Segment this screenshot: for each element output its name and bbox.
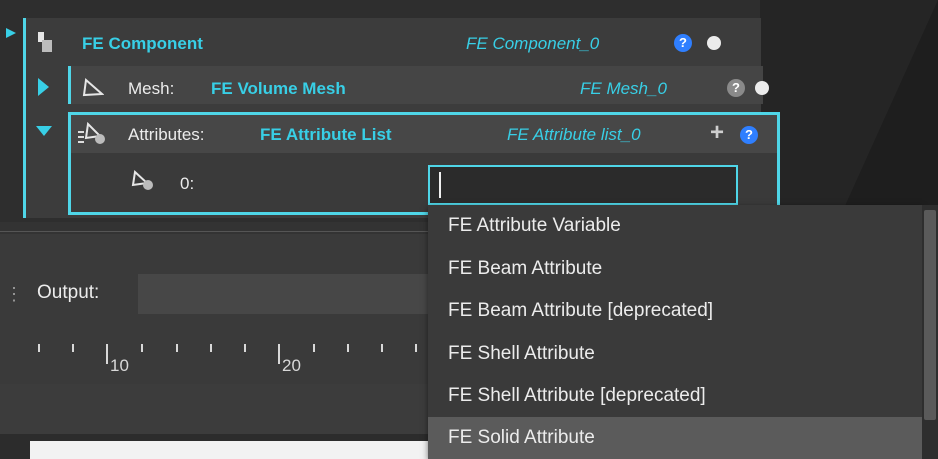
help-icon[interactable]: ?: [674, 34, 692, 52]
mesh-instance: FE Mesh_0: [580, 79, 667, 98]
attribute-type-combobox[interactable]: [428, 165, 738, 205]
output-field[interactable]: [138, 274, 438, 314]
help-icon[interactable]: ?: [740, 126, 758, 144]
ruler-tick: [313, 344, 315, 352]
output-label: Output:: [37, 282, 100, 303]
ruler-tick: [244, 344, 246, 352]
attributes-type: FE Attribute List: [260, 125, 392, 144]
ruler-tick: [38, 344, 40, 352]
add-icon[interactable]: +: [710, 119, 724, 147]
dropdown-item[interactable]: FE Shell Attribute [deprecated]: [428, 375, 922, 417]
dropdown-item[interactable]: FE Beam Attribute [deprecated]: [428, 290, 922, 332]
mesh-icon: [82, 78, 104, 97]
ruler-tick: [278, 344, 280, 364]
help-icon[interactable]: ?: [727, 79, 745, 97]
handle-icon: ⋮: [5, 284, 23, 304]
collapse-arrow-icon[interactable]: [6, 22, 16, 44]
ruler-tick: [381, 344, 383, 352]
component-instance: FE Component_0: [466, 34, 600, 53]
component-icon: [38, 32, 52, 52]
attributes-instance: FE Attribute list_0: [507, 125, 641, 144]
expand-arrow-icon[interactable]: [36, 76, 50, 98]
ruler-tick: [106, 344, 108, 364]
ruler-tick: [72, 344, 74, 352]
collapse-arrow-icon[interactable]: [34, 124, 54, 138]
ruler-label: 10: [110, 356, 129, 375]
dropdown-item[interactable]: FE Attribute Variable: [428, 205, 922, 247]
ruler-tick: [415, 344, 417, 352]
attribute-list-icon: [78, 122, 105, 144]
ruler-tick: [176, 344, 178, 352]
ruler-tick: [210, 344, 212, 352]
attribute-item-index: 0:: [180, 174, 195, 193]
bottom-panel: [30, 441, 430, 459]
component-label: FE Component: [82, 34, 203, 53]
status-dot-icon[interactable]: [707, 36, 721, 50]
attributes-prefix: Attributes:: [128, 125, 205, 144]
ruler-tick: [347, 344, 349, 352]
dropdown-item[interactable]: FE Shell Attribute: [428, 333, 922, 375]
dropdown-item-selected[interactable]: FE Solid Attribute: [428, 417, 922, 459]
dropdown-item[interactable]: FE Beam Attribute: [428, 248, 922, 290]
viewport-shape: [835, 0, 938, 228]
mesh-type: FE Volume Mesh: [211, 79, 346, 98]
status-dot-icon[interactable]: [755, 81, 769, 95]
ruler-tick: [141, 344, 143, 352]
attribute-type-dropdown: FE Attribute Variable FE Beam Attribute …: [428, 205, 922, 459]
mesh-prefix: Mesh:: [128, 79, 175, 98]
text-caret: [439, 172, 441, 198]
scroll-thumb[interactable]: [924, 210, 936, 420]
ruler-label: 20: [282, 356, 301, 375]
attribute-icon: [131, 170, 153, 190]
